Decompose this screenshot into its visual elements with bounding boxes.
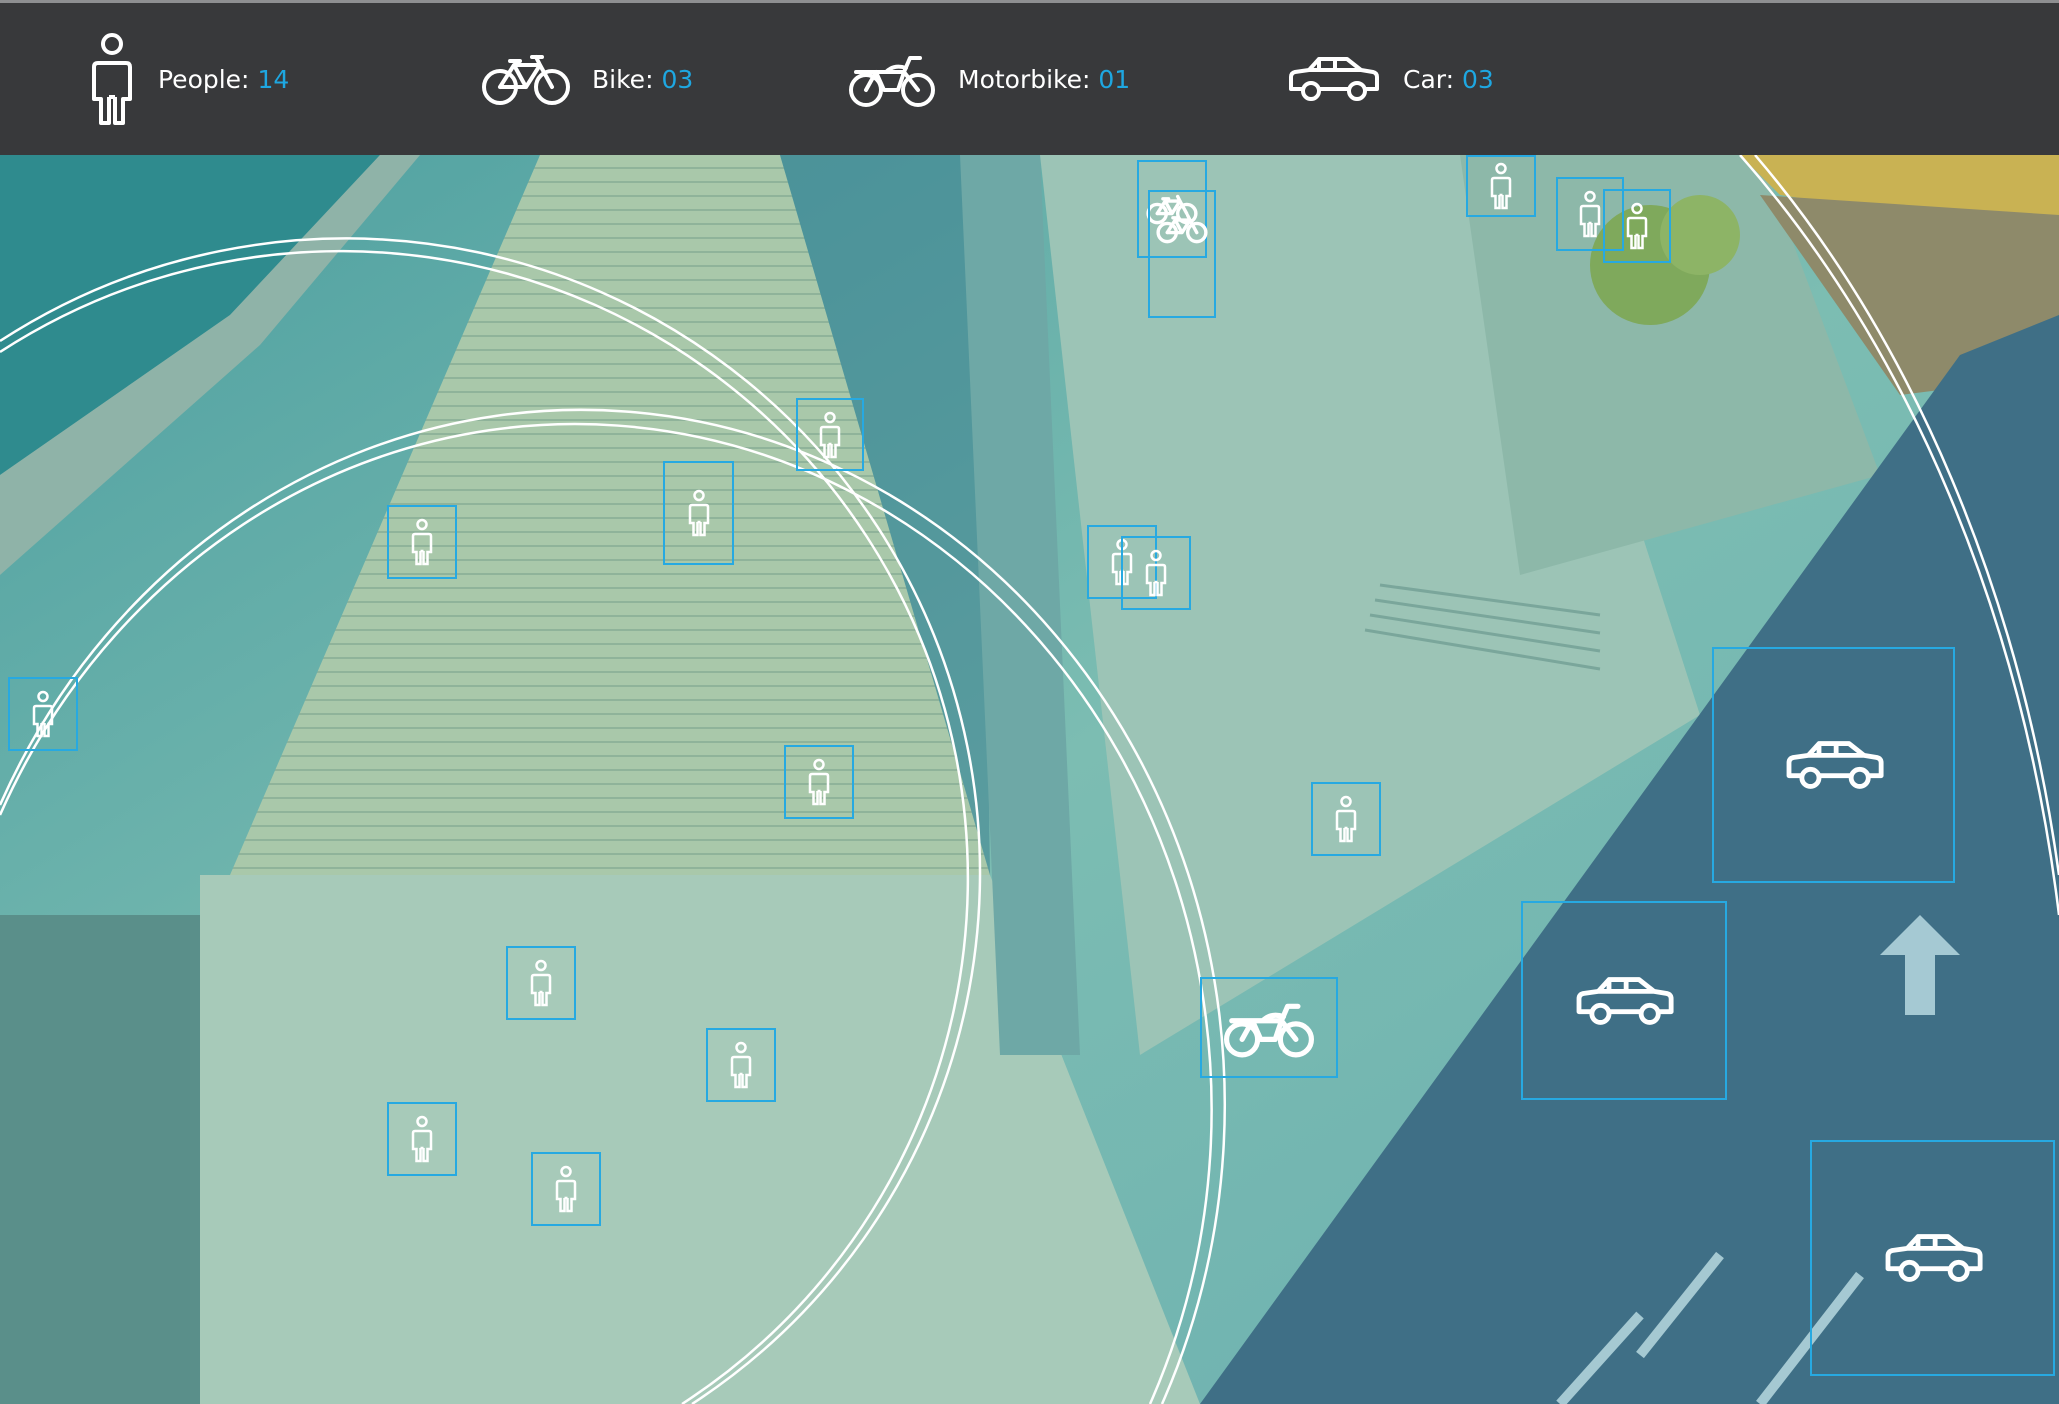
people-counter-label: People: 14 xyxy=(158,64,290,94)
car-count: 03 xyxy=(1462,64,1494,94)
motorbike-count: 01 xyxy=(1098,64,1131,94)
car-detection-box xyxy=(1521,901,1727,1100)
person-icon xyxy=(530,959,552,1007)
motorbike-icon xyxy=(1224,1003,1315,1057)
aerial-scene xyxy=(0,155,2059,1404)
person-icon xyxy=(411,1115,433,1163)
person-icon xyxy=(819,411,841,458)
person-icon xyxy=(730,1041,752,1089)
detection-dashboard: People: 14 Bike: 03 Motorbike: 01 Car: 0… xyxy=(0,0,2059,1404)
person-detection-box xyxy=(784,745,854,819)
person-detection-box xyxy=(387,1102,457,1176)
person-icon xyxy=(1626,202,1648,250)
person-detection-box xyxy=(796,398,864,471)
person-detection-box xyxy=(531,1152,601,1226)
person-detection-box xyxy=(1311,782,1381,856)
person-icon xyxy=(32,690,54,738)
car-detection-box xyxy=(1810,1140,2055,1376)
motorbike-counter-label: Motorbike: 01 xyxy=(958,64,1131,94)
people-count: 14 xyxy=(257,64,290,94)
detection-overlay xyxy=(0,155,2059,1404)
motorbike-counter: Motorbike: 01 xyxy=(848,3,1130,155)
person-detection-box xyxy=(506,946,576,1020)
person-icon xyxy=(411,518,433,566)
motorbike-icon xyxy=(849,56,935,107)
people-counter: People: 14 xyxy=(88,3,289,155)
bicycle-icon xyxy=(1156,213,1208,244)
person-icon xyxy=(92,33,132,125)
car-counter: Car: 03 xyxy=(1285,3,1494,155)
bike-counter-label: Bike: 03 xyxy=(592,64,694,94)
person-detection-box xyxy=(1603,189,1671,263)
bike-count: 03 xyxy=(661,64,694,94)
car-icon xyxy=(1289,57,1379,101)
person-icon xyxy=(555,1165,577,1213)
car-icon xyxy=(1786,741,1884,789)
car-detection-box xyxy=(1712,647,1955,883)
motorbike-detection-box xyxy=(1200,977,1338,1078)
person-icon xyxy=(1335,795,1357,843)
car-icon xyxy=(1885,1234,1983,1282)
person-detection-box xyxy=(1121,536,1191,610)
person-icon xyxy=(808,758,830,806)
counter-bar: People: 14 Bike: 03 Motorbike: 01 Car: 0… xyxy=(0,0,2059,155)
person-icon xyxy=(688,489,709,537)
person-detection-box xyxy=(706,1028,776,1102)
person-icon xyxy=(1579,190,1601,238)
bicycle-icon xyxy=(482,55,570,105)
bike-counter: Bike: 03 xyxy=(482,3,693,155)
person-icon xyxy=(1490,162,1512,210)
person-detection-box xyxy=(8,677,78,751)
car-icon xyxy=(1576,976,1674,1025)
person-detection-box xyxy=(663,461,734,565)
car-counter-label: Car: 03 xyxy=(1403,64,1494,94)
bicycle-detection-box xyxy=(1148,190,1216,318)
person-detection-box xyxy=(387,505,457,579)
person-detection-box xyxy=(1466,155,1536,217)
person-icon xyxy=(1145,549,1167,597)
